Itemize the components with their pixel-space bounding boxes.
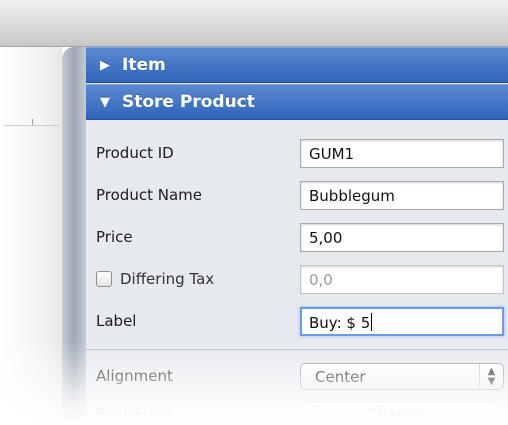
row-differing-tax: Differing Tax 0,0 [86, 259, 508, 299]
section-header-item[interactable]: ▶ Item [86, 47, 508, 83]
differing-tax-field[interactable]: 0,0 [300, 264, 504, 294]
section-header-label: Item [122, 55, 166, 75]
row-product-id: Product ID GUM1 [86, 133, 508, 173]
panel-splitter[interactable] [62, 47, 86, 425]
product-id-field[interactable]: GUM1 [300, 138, 504, 168]
label-field-text: Buy: $ 5 [309, 313, 371, 332]
alignment-selected-value: Center [315, 367, 366, 386]
alignment-select[interactable]: Center ▲ ▼ [300, 362, 504, 390]
inspector-panel: ▶ Item ▼ Store Product Product ID GUM1 P… [86, 47, 508, 425]
differing-tax-label: Differing Tax [120, 270, 215, 288]
disclosure-expanded-icon: ▼ [100, 94, 110, 110]
row-label: Label Buy: $ 5 [86, 301, 508, 341]
section-divider [86, 349, 508, 350]
window-titlebar [0, 0, 508, 47]
section-header-label: Store Product [122, 92, 255, 112]
font-style-label: Font Style [96, 405, 172, 423]
alignment-label: Alignment [96, 367, 173, 385]
price-label: Price [96, 228, 133, 246]
section-header-store-product[interactable]: ▼ Store Product [86, 84, 508, 120]
row-product-name: Product Name Bubblegum [86, 175, 508, 215]
font-style-choose-button[interactable]: Choose... [300, 401, 504, 425]
up-down-stepper-icon: ▲ ▼ [479, 363, 503, 389]
row-font-style: Font Style Choose... [86, 394, 508, 425]
row-alignment: Alignment Center ▲ ▼ [86, 356, 508, 396]
ruler [4, 117, 60, 126]
row-price: Price 5,00 [86, 217, 508, 257]
disclosure-collapsed-icon: ▶ [100, 57, 110, 73]
text-caret [371, 312, 373, 331]
product-name-field[interactable]: Bubblegum [300, 180, 504, 210]
differing-tax-checkbox[interactable] [96, 271, 112, 287]
label-field[interactable]: Buy: $ 5 [300, 306, 504, 336]
canvas-area [0, 47, 62, 425]
product-name-label: Product Name [96, 186, 202, 204]
product-id-label: Product ID [96, 144, 174, 162]
price-field[interactable]: 5,00 [300, 222, 504, 252]
label-label: Label [96, 312, 137, 330]
